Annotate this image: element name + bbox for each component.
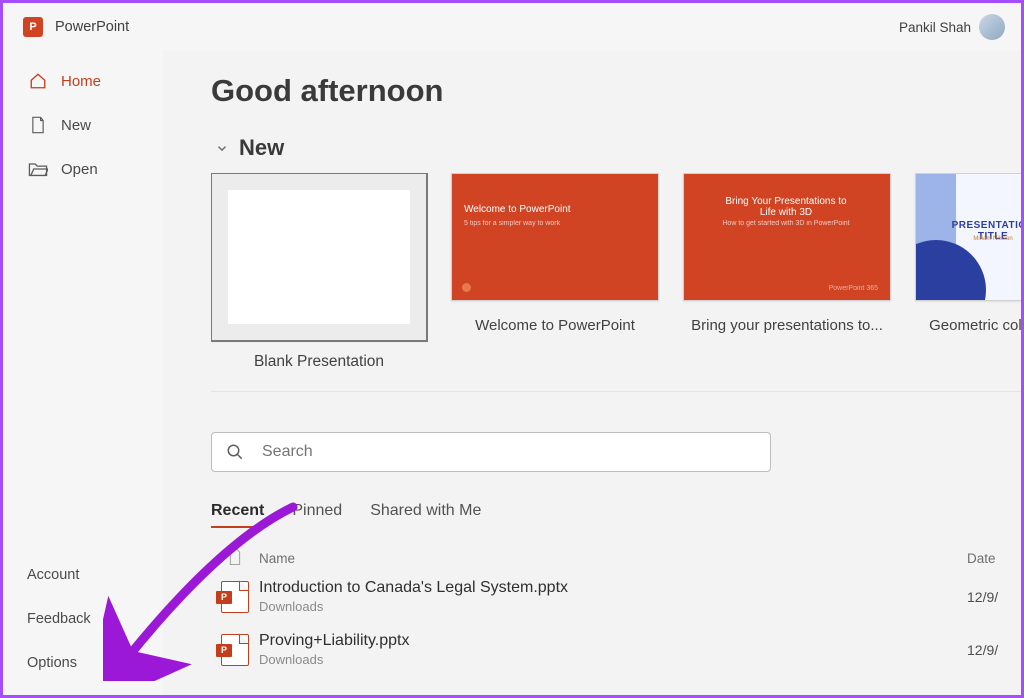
- main-pane: Good afternoon New Blank Presentation We…: [163, 51, 1021, 695]
- file-row[interactable]: P Proving+Liability.pptx Downloads 12/9/: [211, 622, 1021, 675]
- home-icon: [27, 72, 49, 90]
- tab-shared-with-me[interactable]: Shared with Me: [370, 502, 481, 528]
- sidebar-item-label: Account: [27, 567, 79, 583]
- app-title: PowerPoint: [55, 19, 129, 35]
- column-header-date[interactable]: Date: [967, 551, 1021, 566]
- sidebar-item-label: New: [61, 117, 91, 134]
- new-doc-icon: [27, 116, 49, 134]
- template-caption: Welcome to PowerPoint: [451, 317, 659, 334]
- avatar[interactable]: [979, 14, 1005, 40]
- search-input[interactable]: [260, 442, 756, 462]
- template-blank-presentation[interactable]: Blank Presentation: [211, 173, 427, 371]
- file-row[interactable]: P Introduction to Canada's Legal System.…: [211, 569, 1021, 622]
- pptx-file-icon: P: [221, 634, 249, 666]
- open-folder-icon: [27, 161, 49, 177]
- powerpoint-app-icon: P: [23, 17, 43, 37]
- file-tabs: Recent Pinned Shared with Me: [211, 502, 1021, 528]
- template-thumb: Welcome to PowerPoint 5 tips for a simpl…: [451, 173, 659, 301]
- new-section-header[interactable]: New: [211, 135, 1021, 161]
- sidebar-item-feedback[interactable]: Feedback: [3, 597, 163, 641]
- file-location: Downloads: [259, 599, 967, 614]
- sidebar-item-new[interactable]: New: [3, 103, 163, 147]
- sidebar: Home New Open Account Feed: [3, 51, 163, 695]
- sidebar-item-label: Options: [27, 655, 77, 671]
- sidebar-item-label: Open: [61, 161, 98, 178]
- chevron-down-icon: [211, 137, 233, 159]
- file-name: Introduction to Canada's Legal System.pp…: [259, 579, 967, 597]
- sidebar-item-label: Feedback: [27, 611, 91, 627]
- template-thumb: Bring Your Presentations to Life with 3D…: [683, 173, 891, 301]
- template-caption: Blank Presentation: [211, 353, 427, 371]
- template-caption: Geometric color bl: [915, 317, 1021, 334]
- pptx-file-icon: P: [221, 581, 249, 613]
- column-header-name[interactable]: Name: [259, 551, 967, 566]
- title-bar: P PowerPoint Pankil Shah: [3, 3, 1021, 51]
- template-caption: Bring your presentations to...: [683, 317, 891, 334]
- sidebar-item-open[interactable]: Open: [3, 147, 163, 191]
- template-bring-your-presentations[interactable]: Bring Your Presentations to Life with 3D…: [683, 173, 891, 334]
- template-welcome-to-powerpoint[interactable]: Welcome to PowerPoint 5 tips for a simpl…: [451, 173, 659, 334]
- sidebar-item-account[interactable]: Account: [3, 553, 163, 597]
- templates-row: Blank Presentation Welcome to PowerPoint…: [211, 173, 1021, 392]
- file-list-header: Name Date: [211, 548, 1021, 569]
- search-box[interactable]: [211, 432, 771, 472]
- tab-recent[interactable]: Recent: [211, 502, 264, 528]
- blank-thumb-inner: [228, 190, 410, 324]
- sidebar-item-label: Home: [61, 73, 101, 90]
- file-location: Downloads: [259, 652, 967, 667]
- template-thumb: PRESENTATION TITLE Miriam Nilsson: [915, 173, 1021, 301]
- file-date: 12/9/: [967, 589, 1021, 605]
- tab-pinned[interactable]: Pinned: [292, 502, 342, 528]
- page-title: Good afternoon: [211, 73, 1021, 109]
- template-geometric-color-block[interactable]: PRESENTATION TITLE Miriam Nilsson Geomet…: [915, 173, 1021, 334]
- search-icon: [226, 443, 246, 461]
- window-frame: P PowerPoint Pankil Shah Home New: [0, 0, 1024, 698]
- sidebar-item-home[interactable]: Home: [3, 59, 163, 103]
- file-date: 12/9/: [967, 642, 1021, 658]
- file-generic-icon: [228, 548, 242, 569]
- new-section-title: New: [239, 135, 284, 161]
- user-name[interactable]: Pankil Shah: [899, 20, 971, 35]
- file-name: Proving+Liability.pptx: [259, 632, 967, 650]
- sidebar-item-options[interactable]: Options: [3, 641, 163, 685]
